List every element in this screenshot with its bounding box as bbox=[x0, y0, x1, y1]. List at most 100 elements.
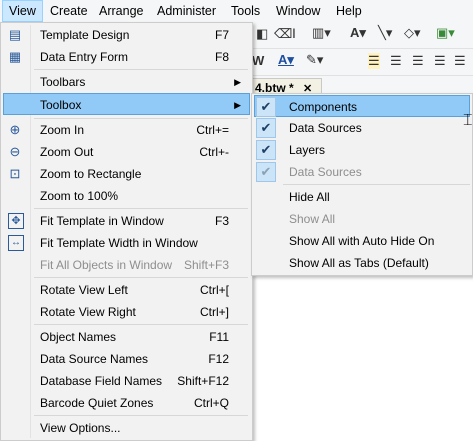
menu-view[interactable]: View bbox=[2, 0, 43, 22]
submenu-item-layers[interactable]: ✔ Layers bbox=[254, 139, 470, 161]
align-right-icon[interactable]: ☰ bbox=[412, 53, 424, 69]
submenu-item-label: Show All bbox=[289, 212, 336, 226]
menu-separator bbox=[34, 208, 248, 209]
menu-separator bbox=[34, 415, 248, 416]
menu-tools[interactable]: Tools bbox=[225, 1, 266, 21]
menu-item-shortcut: F7 bbox=[214, 28, 229, 42]
menu-item-shortcut: F12 bbox=[208, 352, 229, 366]
menu-item-shortcut: Shift+F12 bbox=[177, 374, 229, 388]
submenu-item-label: Data Sources bbox=[289, 165, 362, 179]
barcode-icon[interactable]: ▥▾ bbox=[312, 25, 331, 41]
menu-item-label: View Options... bbox=[40, 421, 121, 435]
checkmark-icon: ✔ bbox=[256, 97, 276, 117]
toolbar-row-2: W A▾ ✎▾ ☰ ☰ ☰ ☰ ☰ bbox=[250, 49, 473, 76]
menu-item-rotate-right[interactable]: Rotate View Right Ctrl+] bbox=[3, 301, 250, 323]
checkmark-icon: ✔ bbox=[256, 140, 276, 160]
menu-item-template-design[interactable]: ▤ Template Design F7 bbox=[3, 24, 250, 46]
submenu-item-label: Show All with Auto Hide On bbox=[289, 234, 435, 248]
template-design-icon: ▤ bbox=[8, 27, 22, 42]
menu-item-shortcut: Ctrl+Q bbox=[193, 396, 229, 410]
menu-item-label: Rotate View Left bbox=[40, 283, 128, 297]
submenu-item-label: Data Sources bbox=[289, 121, 362, 135]
menu-item-zoom-rectangle[interactable]: ⊡ Zoom to Rectangle bbox=[3, 163, 250, 185]
checkmark-icon: ✔ bbox=[256, 162, 276, 182]
menu-item-barcode-quiet-zones[interactable]: Barcode Quiet Zones Ctrl+Q bbox=[3, 392, 250, 414]
submenu-item-label: Components bbox=[289, 100, 358, 114]
submenu-item-data-sources-disabled[interactable]: ✔ Data Sources bbox=[254, 161, 470, 183]
submenu-item-components[interactable]: ✔ Components bbox=[254, 95, 470, 117]
submenu-item-show-all-tabs[interactable]: Show All as Tabs (Default) bbox=[254, 252, 470, 274]
eraser-icon[interactable]: ⌫ bbox=[274, 26, 292, 42]
font-color-icon[interactable]: A▾ bbox=[278, 52, 294, 68]
submenu-separator bbox=[283, 184, 470, 185]
menu-item-toolbox[interactable]: Toolbox ▶ bbox=[3, 93, 250, 115]
menu-item-toolbars[interactable]: Toolbars ▶ bbox=[3, 71, 250, 93]
submenu-item-hide-all[interactable]: Hide All bbox=[254, 186, 470, 208]
menu-item-label: Zoom Out bbox=[40, 145, 94, 159]
menu-item-shortcut: Ctrl+[ bbox=[199, 283, 229, 297]
submenu-item-label: Hide All bbox=[289, 190, 330, 204]
menu-help[interactable]: Help bbox=[330, 1, 368, 21]
highlight-color-icon[interactable]: ✎▾ bbox=[306, 52, 323, 68]
menu-item-fit-all-objects[interactable]: Fit All Objects in Window Shift+F3 bbox=[3, 254, 250, 276]
menu-item-rotate-left[interactable]: Rotate View Left Ctrl+[ bbox=[3, 279, 250, 301]
zoom-out-icon: ⊖ bbox=[9, 144, 21, 159]
align-left-icon[interactable]: ☰ bbox=[368, 53, 380, 69]
menu-item-view-options[interactable]: View Options... bbox=[3, 417, 250, 439]
fit-template-icon: ✥ bbox=[8, 213, 24, 229]
menu-separator bbox=[34, 69, 248, 70]
menu-separator bbox=[34, 277, 248, 278]
menu-item-label: Data Source Names bbox=[40, 352, 149, 366]
submenu-arrow-icon: ▶ bbox=[234, 100, 241, 110]
more-align-icon[interactable]: ☰ bbox=[454, 53, 466, 69]
shape-tool-icon[interactable]: ◇▾ bbox=[404, 25, 421, 41]
menu-item-shortcut: Shift+F3 bbox=[183, 258, 229, 272]
text-cursor-icon[interactable]: I bbox=[292, 25, 296, 41]
zoom-rectangle-icon: ⊡ bbox=[9, 166, 21, 181]
menu-item-label: Fit Template in Window bbox=[40, 214, 164, 228]
menu-item-zoom-in[interactable]: ⊕ Zoom In Ctrl+= bbox=[3, 119, 250, 141]
menu-administer[interactable]: Administer bbox=[151, 1, 222, 21]
bold-icon[interactable]: W bbox=[252, 53, 264, 68]
data-entry-form-icon: ▦ bbox=[8, 49, 22, 64]
menu-item-shortcut: Ctrl+] bbox=[199, 305, 229, 319]
view-menu-dropdown: ▤ Template Design F7 ▦ Data Entry Form F… bbox=[0, 22, 253, 441]
submenu-item-show-all[interactable]: Show All bbox=[254, 208, 470, 230]
menu-window[interactable]: Window bbox=[270, 1, 326, 21]
picture-tool-icon[interactable]: ▣▾ bbox=[436, 25, 455, 41]
menu-item-label: Template Design bbox=[40, 28, 130, 42]
menu-item-label: Toolbox bbox=[40, 98, 82, 112]
menu-item-shortcut: F11 bbox=[209, 330, 229, 344]
menu-arrange[interactable]: Arrange bbox=[93, 1, 149, 21]
text-tool-icon[interactable]: A▾ bbox=[350, 25, 366, 41]
menu-item-zoom-out[interactable]: ⊖ Zoom Out Ctrl+- bbox=[3, 141, 250, 163]
toolbox-submenu: ✔ Components ✔ Data Sources ✔ Layers ✔ D… bbox=[251, 93, 473, 276]
menu-item-data-source-names[interactable]: Data Source Names F12 bbox=[3, 348, 250, 370]
submenu-item-label: Show All as Tabs (Default) bbox=[289, 256, 429, 270]
pointer-icon[interactable]: ◧ bbox=[256, 26, 268, 42]
align-center-icon[interactable]: ☰ bbox=[390, 53, 402, 69]
menu-create[interactable]: Create bbox=[44, 1, 94, 21]
menu-item-label: Rotate View Right bbox=[40, 305, 136, 319]
toolbar-row-1: ◧ ⌫ I ▥▾ A▾ ╲▾ ◇▾ ▣▾ bbox=[250, 22, 473, 49]
zoom-in-icon: ⊕ bbox=[9, 122, 21, 137]
menu-item-data-entry-form[interactable]: ▦ Data Entry Form F8 bbox=[3, 46, 250, 68]
menu-item-shortcut: F3 bbox=[214, 214, 229, 228]
checkmark-icon: ✔ bbox=[256, 118, 276, 138]
line-tool-icon[interactable]: ╲▾ bbox=[378, 25, 392, 41]
menu-item-label: Database Field Names bbox=[40, 374, 163, 388]
menu-item-label: Toolbars bbox=[40, 75, 86, 89]
menu-item-fit-template[interactable]: ✥ Fit Template in Window F3 bbox=[3, 210, 250, 232]
submenu-item-show-all-auto-hide[interactable]: Show All with Auto Hide On bbox=[254, 230, 470, 252]
align-justify-icon[interactable]: ☰ bbox=[434, 53, 446, 69]
menu-item-object-names[interactable]: Object Names F11 bbox=[3, 326, 250, 348]
submenu-item-data-sources[interactable]: ✔ Data Sources bbox=[254, 117, 470, 139]
menu-item-zoom-100[interactable]: Zoom to 100% bbox=[3, 185, 250, 207]
menu-item-fit-width[interactable]: ↔ Fit Template Width in Window bbox=[3, 232, 250, 254]
menu-item-database-field-names[interactable]: Database Field Names Shift+F12 bbox=[3, 370, 250, 392]
menu-item-shortcut: Ctrl+- bbox=[199, 145, 229, 159]
menu-item-label: Data Entry Form bbox=[40, 50, 129, 64]
menu-item-shortcut: Ctrl+= bbox=[196, 123, 229, 137]
menu-item-label: Zoom to Rectangle bbox=[40, 167, 142, 181]
menu-item-label: Object Names bbox=[40, 330, 117, 344]
